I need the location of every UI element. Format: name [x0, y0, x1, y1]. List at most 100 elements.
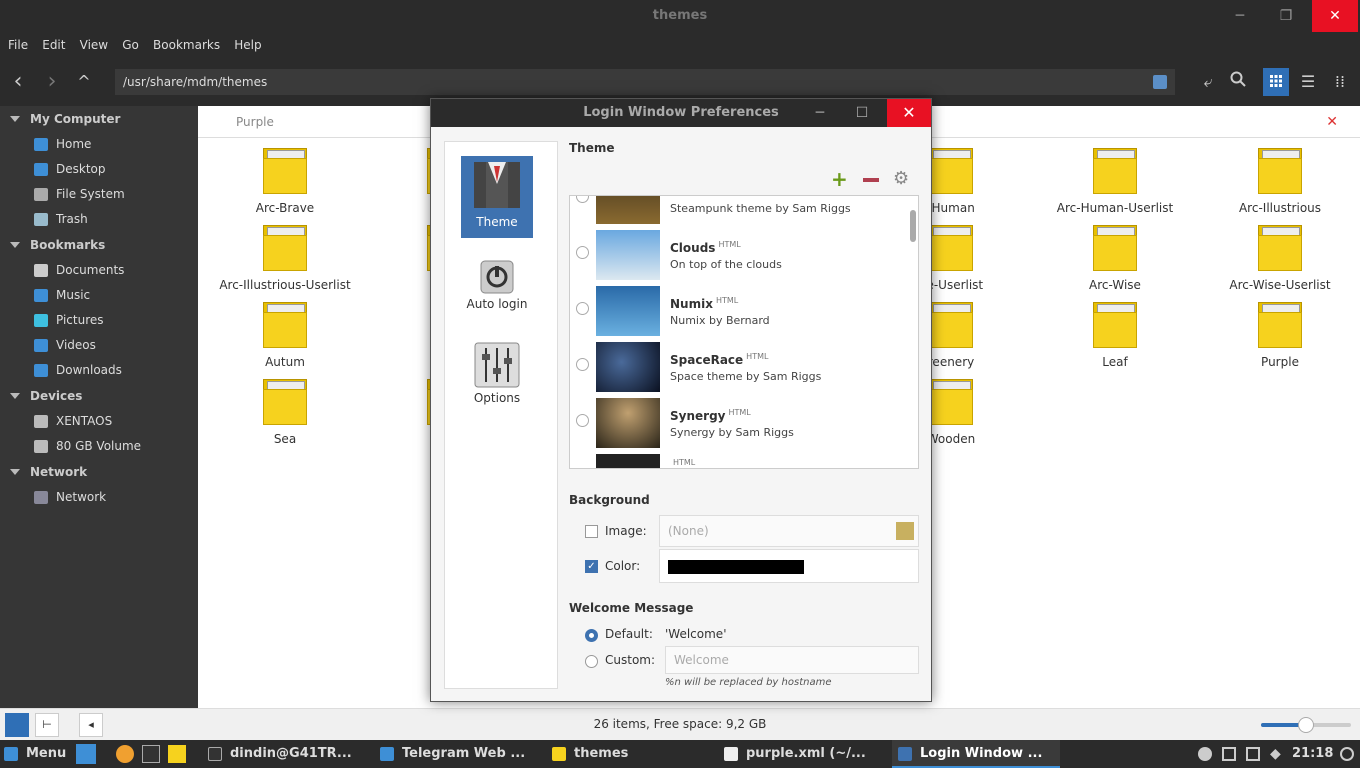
folder-item[interactable]: Leaf	[1035, 302, 1195, 369]
dialog-close-button[interactable]: ✕	[887, 99, 931, 127]
sidebar-item-label: Desktop	[56, 162, 106, 176]
theme-radio[interactable]	[576, 196, 589, 203]
sidebar-item-pictures[interactable]: Pictures	[0, 308, 198, 333]
close-tab-icon[interactable]: ✕	[1326, 114, 1338, 130]
accessibility-icon[interactable]	[1198, 747, 1212, 761]
folder-item[interactable]: Sea	[205, 379, 365, 446]
nav-options[interactable]: Options	[461, 338, 533, 408]
theme-row[interactable]: Numix HTML Numix by Bernard	[570, 284, 902, 340]
add-theme-button[interactable]: +	[831, 169, 848, 189]
folder-item[interactable]: Arc-Illustrious-Userlist	[205, 225, 365, 292]
folder-item[interactable]: Purple	[1200, 302, 1360, 369]
dropbox-icon[interactable]: ◆	[1270, 746, 1281, 762]
clock[interactable]: 21:18	[1292, 740, 1333, 768]
theme-row[interactable]: Clouds HTML On top of the clouds	[570, 228, 902, 284]
task-themes[interactable]: themes	[552, 740, 628, 768]
gear-icon[interactable]: ⚙	[893, 169, 909, 189]
sidebar-item-desktop[interactable]: Desktop	[0, 157, 198, 182]
display-icon[interactable]	[1222, 747, 1236, 761]
theme-thumbnail	[596, 342, 660, 392]
compact-view-icon[interactable]: ⁞⁞	[1328, 70, 1352, 94]
location-edit-icon[interactable]	[1153, 75, 1167, 89]
sidebar-item-home[interactable]: Home	[0, 132, 198, 157]
dialog-minimize-button[interactable]: ─	[803, 99, 837, 127]
theme-list-scrollbar[interactable]	[910, 210, 916, 242]
drive-icon	[34, 415, 48, 428]
up-button[interactable]: ^	[72, 70, 96, 94]
sidebar-item-music[interactable]: Music	[0, 283, 198, 308]
tab-purple[interactable]: Purple	[236, 115, 274, 129]
sidebar-item-documents[interactable]: Documents	[0, 258, 198, 283]
folder-item[interactable]: Autum	[205, 302, 365, 369]
remove-theme-button[interactable]	[863, 178, 879, 182]
menu-help[interactable]: Help	[226, 32, 261, 52]
show-desktop-icon[interactable]	[76, 744, 96, 764]
task-purple-xml[interactable]: purple.xml (~/...	[724, 740, 866, 768]
firefox-icon[interactable]	[116, 745, 134, 763]
section-network[interactable]: Network	[0, 459, 198, 485]
redirect-icon[interactable]: ⤶	[1196, 70, 1220, 94]
sidebar-item-videos[interactable]: Videos	[0, 333, 198, 358]
task-terminal[interactable]: dindin@G41TR...	[208, 740, 352, 768]
custom-welcome-input[interactable]: Welcome	[665, 646, 919, 674]
location-bar[interactable]: /usr/share/mdm/themes	[115, 69, 1175, 95]
nav-theme-label: Theme	[476, 215, 518, 229]
theme-radio[interactable]	[576, 358, 589, 371]
back-button[interactable]: ‹	[6, 70, 30, 94]
theme-radio[interactable]	[576, 414, 589, 427]
sidebar-item-xentaos[interactable]: XENTAOS	[0, 409, 198, 434]
custom-radio[interactable]	[585, 655, 598, 668]
folder-item[interactable]: Arc-Human-Userlist	[1035, 148, 1195, 215]
default-radio[interactable]	[585, 629, 598, 642]
maximize-button[interactable]: ❐	[1263, 0, 1309, 32]
theme-row[interactable]: Synergy HTML Synergy by Sam Riggs	[570, 396, 902, 452]
theme-row[interactable]: SpaceRace HTML Space theme by Sam Riggs	[570, 340, 902, 396]
theme-row[interactable]: HTML	[570, 452, 902, 468]
folder-item[interactable]: Arc-Illustrious	[1200, 148, 1360, 215]
zoom-slider[interactable]	[1261, 717, 1351, 733]
theme-radio[interactable]	[576, 302, 589, 315]
zoom-slider-handle[interactable]	[1298, 717, 1314, 733]
forward-button[interactable]: ›	[40, 70, 64, 94]
open-folder-icon[interactable]	[896, 522, 914, 540]
theme-row[interactable]: Steampunk theme by Sam Riggs	[570, 196, 902, 228]
close-button[interactable]: ✕	[1312, 0, 1358, 32]
theme-list[interactable]: Steampunk theme by Sam Riggs Clouds HTML O…	[569, 195, 919, 469]
icon-view-button[interactable]	[1263, 68, 1289, 96]
terminal-icon[interactable]	[142, 745, 160, 763]
dialog-maximize-button[interactable]: ☐	[845, 99, 879, 127]
list-view-icon[interactable]: ☰	[1296, 70, 1320, 94]
menu-file[interactable]: File	[0, 32, 28, 52]
sidebar-item-80gb-volume[interactable]: 80 GB Volume	[0, 434, 198, 459]
color-checkbox[interactable]: ✓	[585, 560, 598, 573]
folder-item[interactable]: Arc-Wise-Userlist	[1200, 225, 1360, 292]
section-bookmarks[interactable]: Bookmarks	[0, 232, 198, 258]
theme-radio[interactable]	[576, 246, 589, 259]
image-checkbox[interactable]	[585, 525, 598, 538]
task-telegram[interactable]: Telegram Web ...	[380, 740, 525, 768]
folder-item[interactable]: Arc-Brave	[205, 148, 365, 215]
nav-auto-login[interactable]: Auto login	[461, 256, 533, 316]
menu-button[interactable]: Menu	[4, 740, 66, 768]
files-icon[interactable]	[168, 745, 186, 763]
sidebar-item-downloads[interactable]: Downloads	[0, 358, 198, 383]
task-login-window[interactable]: Login Window ...	[892, 740, 1060, 768]
section-my-computer[interactable]: My Computer	[0, 106, 198, 132]
menu-bookmarks[interactable]: Bookmarks	[145, 32, 220, 52]
nav-theme[interactable]: Theme	[461, 156, 533, 238]
image-field[interactable]: (None)	[659, 515, 919, 547]
folder-name: Arc-Brave	[255, 201, 315, 215]
menu-edit[interactable]: Edit	[34, 32, 65, 52]
minimize-button[interactable]: ─	[1217, 0, 1263, 32]
network-tray-icon[interactable]	[1246, 747, 1260, 761]
sidebar-item-network[interactable]: Network	[0, 485, 198, 510]
section-devices[interactable]: Devices	[0, 383, 198, 409]
search-icon[interactable]	[1226, 70, 1250, 94]
sidebar-item-file-system[interactable]: File System	[0, 182, 198, 207]
folder-item[interactable]: Arc-Wise	[1035, 225, 1195, 292]
power-icon[interactable]	[1340, 747, 1354, 761]
menu-view[interactable]: View	[72, 32, 108, 52]
color-button[interactable]	[659, 549, 919, 583]
menu-go[interactable]: Go	[114, 32, 139, 52]
sidebar-item-trash[interactable]: Trash	[0, 207, 198, 232]
